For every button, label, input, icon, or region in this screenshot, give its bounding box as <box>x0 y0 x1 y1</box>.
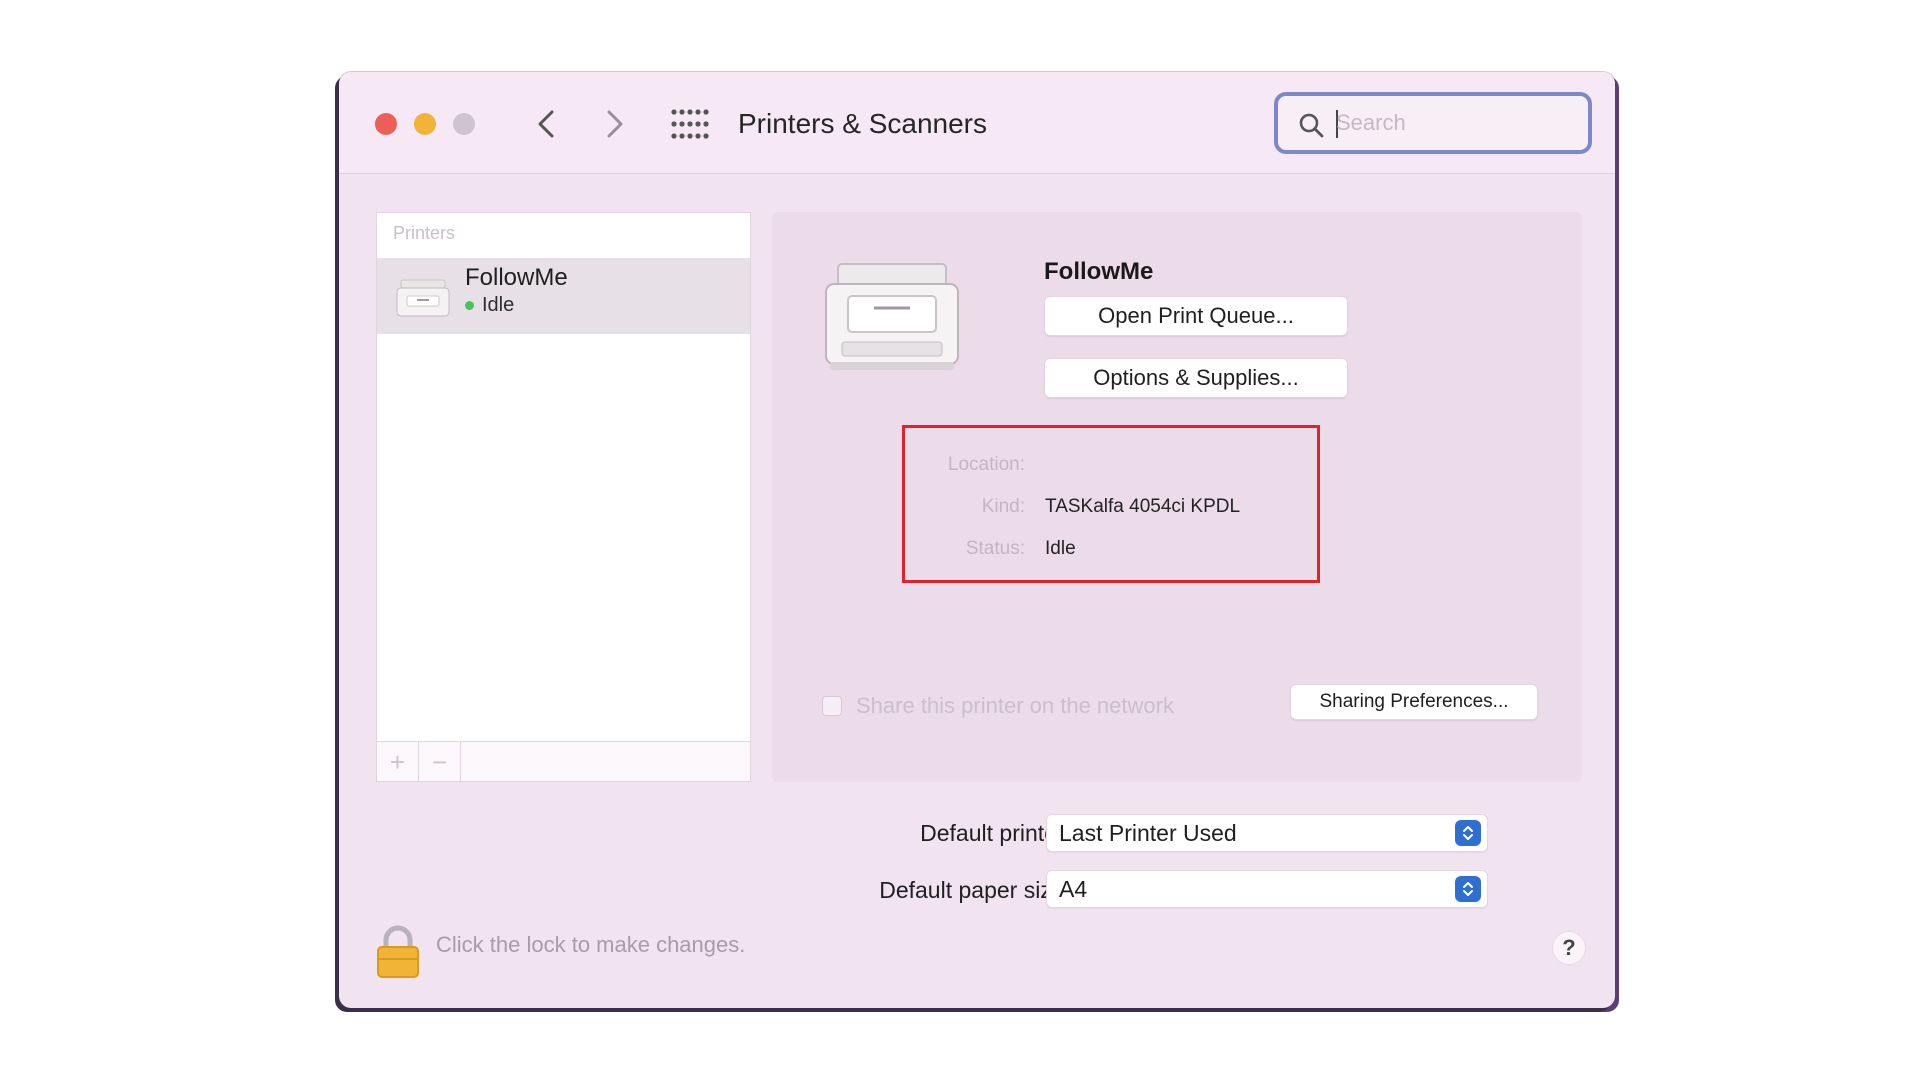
title-bar: Printers & Scanners <box>339 72 1615 174</box>
printers-list-header: Printers <box>393 223 456 243</box>
status-label: Status: <box>965 538 1025 559</box>
status-value: Idle <box>1045 538 1076 559</box>
grid-icon <box>671 109 709 139</box>
chevron-right-icon <box>607 110 623 138</box>
printer-list-item-status: Idle <box>465 294 514 317</box>
lock-message: Click the lock to make changes. <box>436 932 746 957</box>
default-printer-select[interactable]: Last Printer Used <box>1046 814 1488 852</box>
default-paper-size-label: Default paper size: <box>879 877 1071 903</box>
select-arrows-icon <box>1455 820 1481 846</box>
search-icon <box>1299 113 1324 138</box>
open-print-queue-button[interactable]: Open Print Queue... <box>1044 296 1348 336</box>
search-input[interactable] <box>1336 106 1576 140</box>
printers-list: Printers FollowMe Idle + − <box>376 212 751 782</box>
close-window-button[interactable] <box>375 113 397 135</box>
help-button[interactable]: ? <box>1552 931 1586 965</box>
forward-button[interactable] <box>595 102 635 146</box>
kind-row: Kind: TASKalfa 4054ci KPDL <box>905 496 1317 524</box>
kind-label: Kind: <box>981 496 1025 517</box>
add-printer-button[interactable]: + <box>377 742 419 782</box>
printer-name: FollowMe <box>1044 258 1154 285</box>
printer-status-text: Idle <box>482 294 515 316</box>
share-printer-checkbox[interactable] <box>822 696 842 716</box>
default-printer-value: Last Printer Used <box>1059 819 1237 846</box>
printers-list-toolbar: + − <box>377 741 750 782</box>
options-supplies-button[interactable]: Options & Supplies... <box>1044 358 1348 398</box>
back-button[interactable] <box>526 102 566 146</box>
lock-icon[interactable] <box>375 925 421 979</box>
select-arrows-icon <box>1455 876 1481 902</box>
printer-info-highlight: Location: Kind: TASKalfa 4054ci KPDL Sta… <box>902 425 1320 583</box>
show-all-button[interactable] <box>668 104 712 144</box>
location-label: Location: <box>947 454 1025 475</box>
printer-detail-panel: FollowMe Open Print Queue... Options & S… <box>772 212 1582 782</box>
printer-icon <box>396 279 450 317</box>
default-paper-size-value: A4 <box>1059 875 1088 902</box>
chevron-left-icon <box>538 110 554 138</box>
window-title: Printers & Scanners <box>738 108 987 139</box>
status-dot-icon <box>465 301 474 310</box>
remove-printer-button[interactable]: − <box>419 742 461 782</box>
kind-value: TASKalfa 4054ci KPDL <box>1045 496 1241 517</box>
printer-list-item-name: FollowMe <box>465 264 568 291</box>
minimize-window-button[interactable] <box>414 113 436 135</box>
default-printer-label: Default printer: <box>920 820 1071 846</box>
location-row: Location: <box>905 454 1317 482</box>
sharing-preferences-button[interactable]: Sharing Preferences... <box>1290 684 1538 720</box>
search-field[interactable] <box>1274 92 1592 154</box>
default-paper-size-select[interactable]: A4 <box>1046 870 1488 908</box>
printer-icon <box>825 263 959 370</box>
status-row: Status: Idle <box>905 538 1317 566</box>
share-printer-label: Share this printer on the network <box>856 693 1174 718</box>
zoom-window-button[interactable] <box>453 113 475 135</box>
printers-scanners-window: Printers & Scanners Printers FollowMe Id… <box>339 72 1615 1008</box>
printer-list-item[interactable]: FollowMe Idle <box>377 258 750 334</box>
